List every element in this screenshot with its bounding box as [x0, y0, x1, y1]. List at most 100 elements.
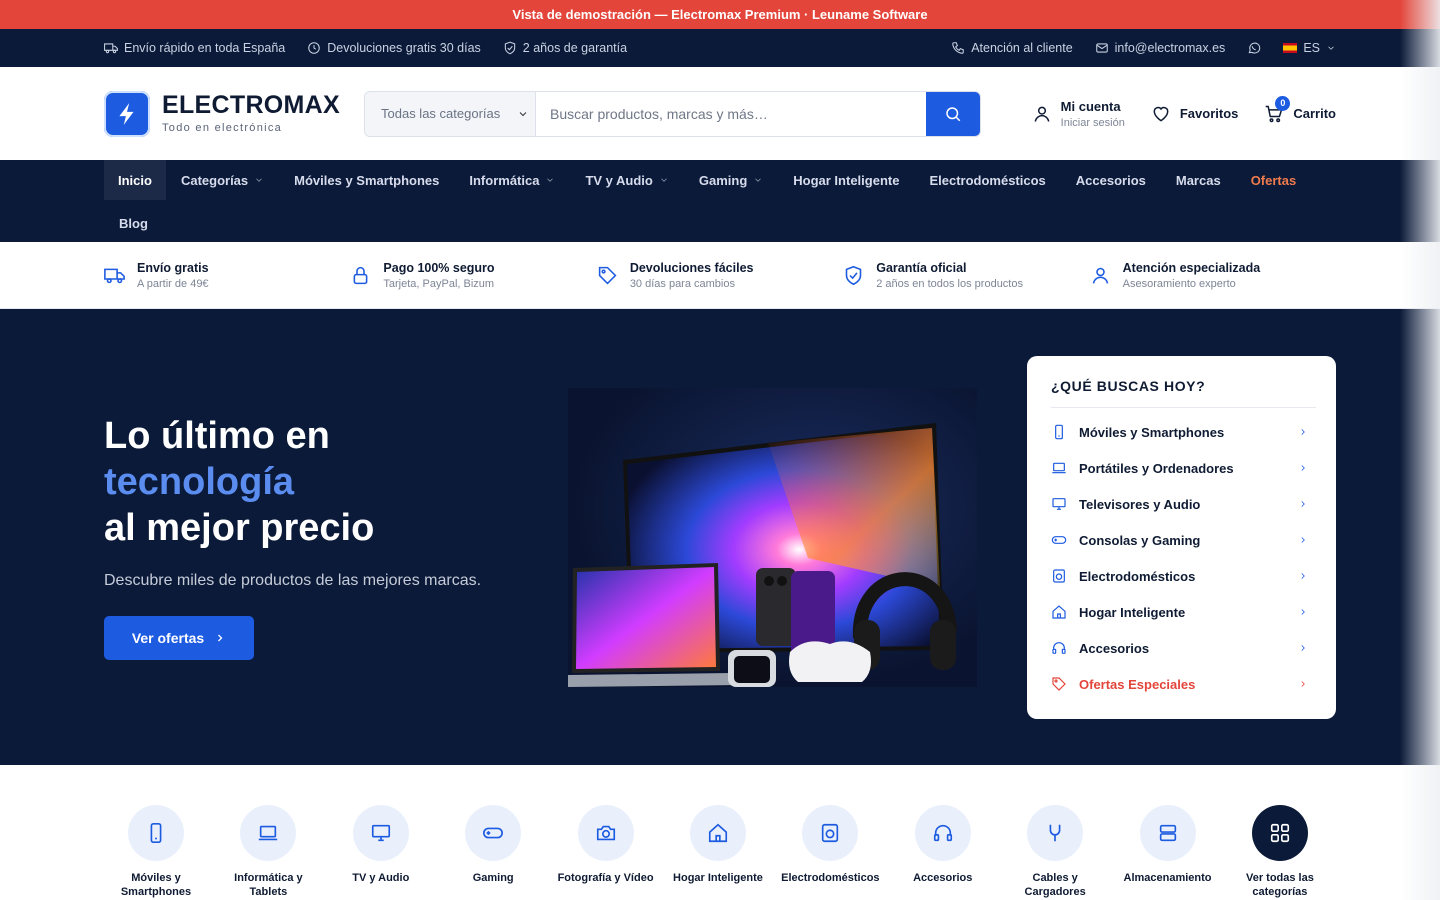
- trust-title: Envío gratis: [137, 260, 209, 275]
- email-text: info@electromax.es: [1114, 41, 1226, 55]
- favorites-label: Favoritos: [1179, 106, 1239, 121]
- category-moviles[interactable]: Móviles y Smartphones: [100, 805, 212, 899]
- nav-label: Ofertas: [1250, 172, 1297, 188]
- panel-item-ofertas[interactable]: Ofertas Especiales: [1051, 666, 1316, 702]
- language-code: ES: [1303, 41, 1320, 55]
- category-label: Móviles y Smartphones: [120, 872, 192, 898]
- warranty-info: 2 años de garantía: [503, 41, 627, 55]
- nav-item-marcas[interactable]: Marcas: [1161, 160, 1236, 200]
- trust-title: Pago 100% seguro: [383, 260, 495, 275]
- panel-item-portatiles[interactable]: Portátiles y Ordenadores: [1051, 450, 1316, 486]
- chevron-right-icon: [1301, 501, 1305, 507]
- panel-item-electrodomesticos[interactable]: Electrodomésticos: [1051, 558, 1316, 594]
- category-tv-audio[interactable]: TV y Audio: [325, 805, 437, 899]
- account-button[interactable]: Mi cuenta Iniciar sesión: [1032, 99, 1125, 129]
- search-input[interactable]: Buscar productos, marcas y más…: [536, 92, 926, 136]
- chevron-down-icon: [256, 178, 262, 182]
- email-link[interactable]: info@electromax.es: [1095, 41, 1226, 55]
- nav-item-gaming[interactable]: Gaming: [684, 160, 778, 200]
- panel-item-hogar[interactable]: Hogar Inteligente: [1051, 594, 1316, 630]
- mail-icon: [1095, 43, 1108, 53]
- nav-item-categorias[interactable]: Categorías: [166, 160, 279, 200]
- category-fotografia[interactable]: Fotografía y Vídeo: [550, 805, 662, 899]
- grid-icon: [1270, 823, 1289, 843]
- nav-item-informatica[interactable]: Informática: [454, 160, 570, 200]
- nav-item-accesorios[interactable]: Accesorios: [1061, 160, 1161, 200]
- user-icon: [1034, 106, 1050, 122]
- cta-label: Ver ofertas: [131, 630, 205, 646]
- language-selector[interactable]: ES: [1283, 41, 1336, 55]
- nav-item-moviles[interactable]: Móviles y Smartphones: [279, 160, 454, 200]
- cart-button[interactable]: 0 Carrito: [1264, 95, 1336, 124]
- truck-icon: [104, 43, 118, 54]
- account-title: Mi cuenta: [1060, 98, 1121, 114]
- free-returns-info: Devoluciones gratis 30 días: [307, 41, 481, 55]
- support-text: Atención al cliente: [971, 41, 1073, 55]
- trust-sub: Tarjeta, PayPal, Bizum: [383, 277, 495, 290]
- logo[interactable]: ELECTROMAX Todo en electrónica: [104, 90, 364, 137]
- trust-title: Devoluciones fáciles: [629, 260, 754, 275]
- hero-section: Lo último en tecnología al mejor precio …: [0, 309, 1440, 765]
- category-accesorios[interactable]: Accesorios: [887, 805, 999, 899]
- panel-item-label: Ofertas Especiales: [1079, 676, 1196, 692]
- category-hogar[interactable]: Hogar Inteligente: [662, 805, 774, 899]
- heart-icon: [1153, 106, 1169, 122]
- nav-item-hogar[interactable]: Hogar Inteligente: [778, 160, 914, 200]
- fast-shipping-info: Envío rápido en toda España: [104, 41, 285, 55]
- support-link[interactable]: Atención al cliente: [951, 41, 1073, 55]
- hero-subtitle: Descubre miles de productos de las mejor…: [104, 572, 482, 589]
- gamepad-icon: [1051, 536, 1067, 544]
- category-shortcuts: Móviles y Smartphones Informática y Tabl…: [0, 765, 1440, 899]
- hero-text: Lo último en tecnología al mejor precio …: [104, 413, 481, 660]
- nav-label: TV y Audio: [585, 172, 653, 188]
- headphones-icon: [933, 824, 952, 842]
- panel-item-label: Hogar Inteligente: [1079, 604, 1186, 620]
- demo-banner: Vista de demostración — Electromax Premi…: [0, 0, 1440, 29]
- top-info-bar: Envío rápido en toda España Devoluciones…: [0, 29, 1440, 67]
- panel-item-consolas[interactable]: Consolas y Gaming: [1051, 522, 1316, 558]
- brand-tagline: Todo en electrónica: [162, 122, 283, 134]
- search-icon: [946, 106, 961, 121]
- chevron-right-icon: [1301, 609, 1305, 615]
- nav-item-tv-audio[interactable]: TV y Audio: [570, 160, 683, 200]
- category-view-all[interactable]: Ver todas las categorías: [1224, 805, 1336, 899]
- free-returns-text: Devoluciones gratis 30 días: [327, 41, 481, 55]
- nav-item-blog[interactable]: Blog: [104, 203, 163, 243]
- headphones-icon: [1052, 642, 1066, 654]
- category-cables[interactable]: Cables y Cargadores: [999, 805, 1111, 899]
- trust-title: Atención especializada: [1122, 260, 1261, 275]
- category-almacenamiento[interactable]: Almacenamiento: [1112, 805, 1224, 899]
- nav-item-ofertas[interactable]: Ofertas: [1236, 160, 1312, 200]
- cart-label: Carrito: [1293, 106, 1336, 121]
- search-button[interactable]: [926, 91, 980, 136]
- chevron-right-icon: [1301, 573, 1305, 579]
- account-login: Iniciar sesión: [1060, 116, 1125, 129]
- clock-icon: [308, 42, 321, 54]
- nav-item-electrodomesticos[interactable]: Electrodomésticos: [914, 160, 1060, 200]
- favorites-button[interactable]: Favoritos: [1151, 104, 1239, 124]
- tag-icon: [1052, 677, 1066, 691]
- trust-easy-returns: Devoluciones fáciles 30 días para cambios: [597, 261, 843, 290]
- nav-label: Hogar Inteligente: [793, 172, 900, 188]
- nav-label: Categorías: [180, 172, 249, 188]
- category-electrodomesticos[interactable]: Electrodomésticos: [774, 805, 886, 899]
- chevron-right-icon: [1301, 681, 1305, 687]
- category-informatica[interactable]: Informática y Tablets: [212, 805, 324, 899]
- category-select[interactable]: Todas las categorías: [365, 91, 536, 136]
- panel-item-televisores[interactable]: Televisores y Audio: [1051, 486, 1316, 522]
- chevron-right-icon: [1301, 537, 1305, 543]
- whatsapp-link[interactable]: [1247, 41, 1261, 55]
- nav-item-inicio[interactable]: Inicio: [104, 160, 166, 200]
- category-gaming[interactable]: Gaming: [437, 805, 549, 899]
- view-offers-button[interactable]: Ver ofertas: [104, 616, 254, 660]
- panel-item-moviles[interactable]: Móviles y Smartphones: [1051, 414, 1316, 450]
- panel-item-accesorios[interactable]: Accesorios: [1051, 630, 1316, 666]
- search-bar: Todas las categorías Buscar productos, m…: [364, 90, 981, 137]
- monitor-icon: [371, 824, 390, 842]
- shield-check-icon: [504, 41, 515, 55]
- nav-label: Marcas: [1175, 172, 1221, 188]
- trust-sub: 30 días para cambios: [629, 277, 735, 290]
- category-label: Almacenamiento: [1123, 872, 1212, 884]
- whatsapp-icon: [1248, 42, 1261, 54]
- home-icon: [1052, 605, 1066, 619]
